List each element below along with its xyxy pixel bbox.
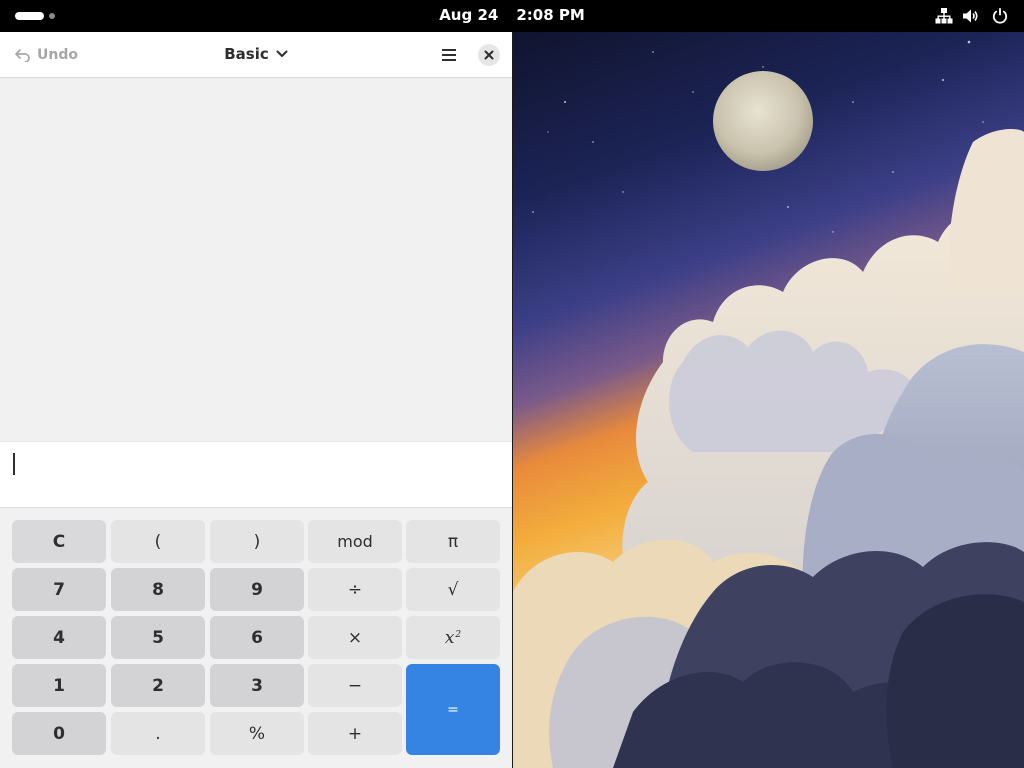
- square-exponent: 2: [455, 629, 462, 640]
- digit-0-button[interactable]: 0: [12, 712, 106, 755]
- pi-button[interactable]: π: [406, 520, 500, 563]
- digit-3-button[interactable]: 3: [210, 664, 304, 707]
- square-button[interactable]: x2: [406, 616, 500, 659]
- add-button[interactable]: +: [308, 712, 402, 755]
- mode-label: Basic: [224, 45, 269, 63]
- power-icon[interactable]: [991, 7, 1009, 25]
- header-bar: Undo Basic: [0, 32, 512, 78]
- digit-2-button[interactable]: 2: [111, 664, 205, 707]
- square-base: x: [444, 627, 455, 648]
- clock-date: Aug 24: [439, 6, 499, 24]
- digit-9-button[interactable]: 9: [210, 568, 304, 611]
- hamburger-menu-icon: [442, 49, 456, 61]
- equals-button[interactable]: =: [406, 664, 500, 755]
- close-paren-button[interactable]: ): [210, 520, 304, 563]
- desktop-wallpaper: [513, 32, 1024, 768]
- top-bar: Aug 24 2:08 PM: [0, 0, 1024, 32]
- equation-entry[interactable]: [0, 441, 512, 508]
- square-root-button[interactable]: √: [406, 568, 500, 611]
- keypad: C ( ) mod π 7 8 9 ÷ √ 4 5 6 × x2 1 2 3 −…: [0, 508, 512, 768]
- text-cursor: [13, 453, 15, 475]
- subtract-button[interactable]: −: [308, 664, 402, 707]
- wallpaper-illustration: [513, 32, 1024, 768]
- digit-6-button[interactable]: 6: [210, 616, 304, 659]
- clock[interactable]: Aug 24 2:08 PM: [0, 6, 1024, 24]
- volume-icon[interactable]: [962, 7, 980, 25]
- moon: [713, 71, 813, 171]
- percent-button[interactable]: %: [210, 712, 304, 755]
- equation-input[interactable]: [0, 442, 512, 507]
- multiply-button[interactable]: ×: [308, 616, 402, 659]
- digit-8-button[interactable]: 8: [111, 568, 205, 611]
- network-icon[interactable]: [935, 7, 953, 25]
- close-button[interactable]: [478, 44, 500, 66]
- decimal-point-button[interactable]: .: [111, 712, 205, 755]
- clear-button[interactable]: C: [12, 520, 106, 563]
- digit-1-button[interactable]: 1: [12, 664, 106, 707]
- digit-5-button[interactable]: 5: [111, 616, 205, 659]
- chevron-down-icon: [276, 50, 288, 57]
- divide-button[interactable]: ÷: [308, 568, 402, 611]
- close-icon: [484, 50, 494, 60]
- history-view: [0, 79, 512, 441]
- mode-selector: Basic: [0, 45, 512, 63]
- calculator-window: Undo Basic C () mod π 7 8 9 ÷ √ 4 5 6 ×…: [0, 32, 512, 768]
- mode-dropdown-button[interactable]: Basic: [224, 45, 288, 63]
- digit-4-button[interactable]: 4: [12, 616, 106, 659]
- open-paren-button[interactable]: (: [111, 520, 205, 563]
- clock-time: 2:08 PM: [516, 6, 585, 24]
- main-menu-button[interactable]: [437, 44, 461, 66]
- digit-7-button[interactable]: 7: [12, 568, 106, 611]
- modulo-button[interactable]: mod: [308, 520, 402, 563]
